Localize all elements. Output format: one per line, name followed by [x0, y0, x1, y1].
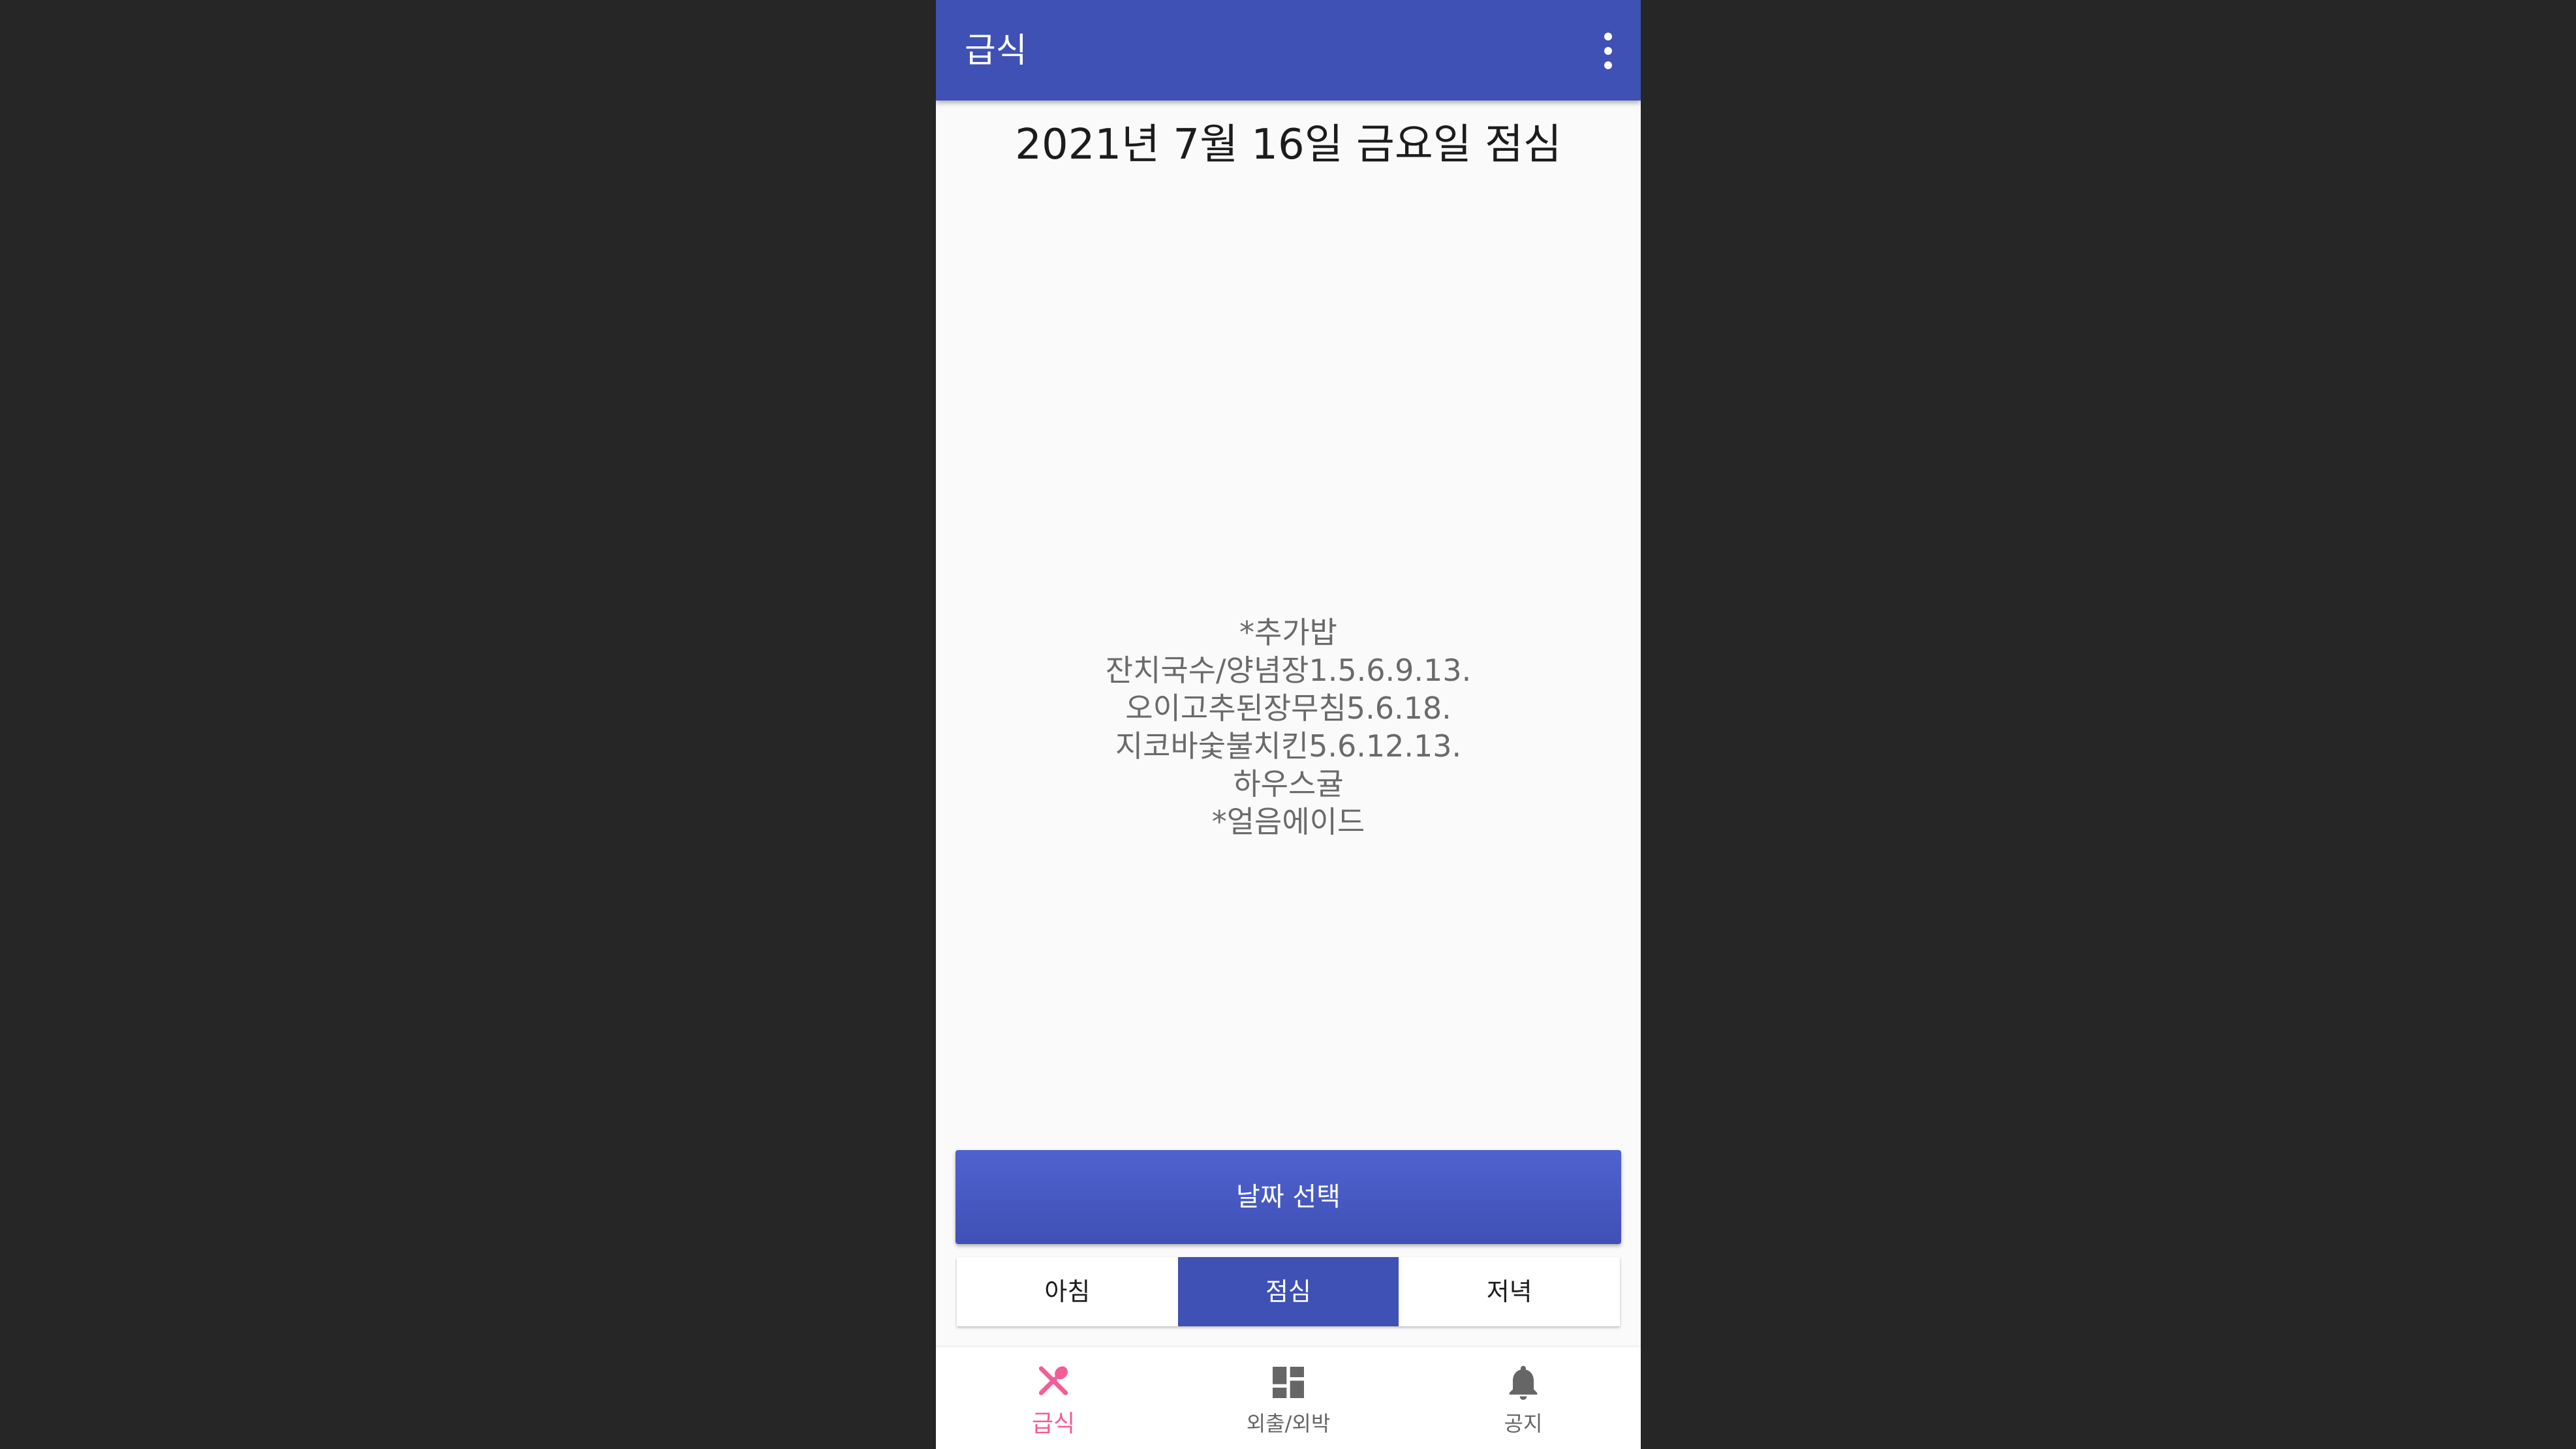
menu-item: 잔치국수/양념장1.5.6.9.13.	[1105, 653, 1472, 688]
menu-item: *얼음에이드	[1211, 804, 1365, 839]
meal-time-tabs: 아침 점심 저녁	[957, 1257, 1621, 1326]
nav-item-meal[interactable]: 급식	[936, 1347, 1171, 1449]
bell-icon	[1509, 1365, 1538, 1400]
menu-item: 지코바숯불치킨5.6.12.13.	[1115, 728, 1462, 764]
app-screen: 급식 2021년 7월 16일 금요일 점심 *추가밥 잔치국수/양념장1.5.…	[936, 0, 1641, 1449]
nav-label: 공지	[1504, 1411, 1543, 1436]
select-date-button[interactable]: 날짜 선택	[955, 1150, 1621, 1244]
nav-item-notice[interactable]: 공지	[1406, 1347, 1641, 1449]
app-bar: 급식	[936, 0, 1641, 101]
tab-dinner[interactable]: 저녁	[1399, 1257, 1621, 1326]
dashboard-icon	[1273, 1367, 1304, 1398]
menu-item: *추가밥	[1239, 615, 1337, 650]
menu-item: 하우스귤	[1233, 766, 1344, 802]
menu-list: *추가밥 잔치국수/양념장1.5.6.9.13. 오이고추된장무침5.6.18.…	[936, 614, 1641, 841]
nav-label: 급식	[1031, 1410, 1076, 1437]
nav-label: 외출/외박	[1246, 1411, 1331, 1436]
menu-item: 오이고추된장무침5.6.18.	[1125, 691, 1451, 726]
fork-spoon-icon	[1038, 1366, 1068, 1395]
meal-heading: 2021년 7월 16일 금요일 점심	[1015, 121, 1562, 169]
app-title: 급식	[965, 31, 1027, 70]
more-vert-icon[interactable]	[1587, 21, 1629, 81]
tab-breakfast[interactable]: 아침	[957, 1257, 1178, 1326]
tab-lunch[interactable]: 점심	[1177, 1257, 1399, 1326]
bottom-navigation: 급식 외출/외박 공지	[936, 1347, 1641, 1449]
nav-item-outing[interactable]: 외출/외박	[1171, 1347, 1406, 1449]
